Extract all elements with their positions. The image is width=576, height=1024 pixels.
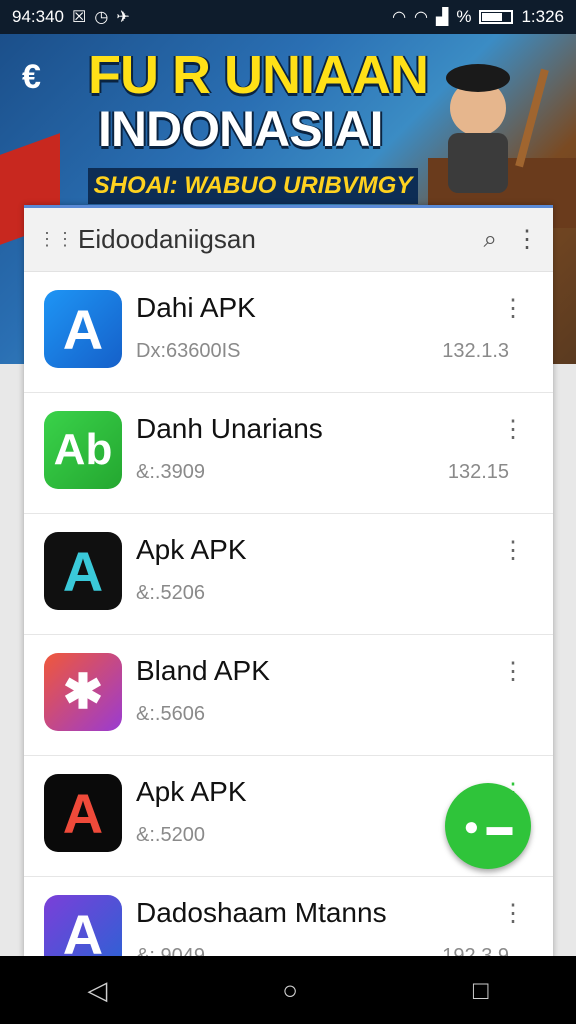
nav-back-icon[interactable]: ◁ xyxy=(87,975,107,1006)
more-vert-icon[interactable]: ⋮ xyxy=(501,536,525,565)
app-version: 132.1.3 xyxy=(442,340,509,362)
chat-fab-button[interactable]: ● ▬ xyxy=(445,783,531,869)
background-edge-right xyxy=(552,364,576,956)
app-size: &:.3909 xyxy=(136,461,205,483)
nav-home-icon[interactable]: ○ xyxy=(282,975,298,1006)
status-right: ◠ ◠ ▟ % 1:326 xyxy=(392,7,564,27)
more-vert-icon[interactable]: ⋮ xyxy=(501,657,525,686)
notification-icon: ☒ xyxy=(72,9,87,26)
app-size: &:.5200 xyxy=(136,824,205,846)
banner-title-line2: INDONASIAI xyxy=(98,101,383,157)
app-name: Apk APK xyxy=(136,776,247,807)
more-vert-icon[interactable]: ⋮ xyxy=(515,225,539,254)
more-vert-icon[interactable]: ⋮ xyxy=(501,899,525,928)
nav-recents-icon[interactable]: □ xyxy=(473,975,489,1006)
app-size: &:.5206 xyxy=(136,582,205,604)
app-size: Dx:63600IS xyxy=(136,340,241,362)
app-icon: A xyxy=(44,774,122,852)
banner-title-line1: FU R UNIAAN xyxy=(88,45,429,105)
status-left: 94:340 ☒ ◷ ✈ xyxy=(12,7,130,27)
status-time: 1:326 xyxy=(521,7,564,26)
list-item[interactable]: Ab Danh Unarians &:.3909 132.15 ⋮ xyxy=(24,393,553,514)
battery-icon xyxy=(479,10,514,24)
battery-label: % xyxy=(456,7,472,26)
signal-icon: ▟ xyxy=(436,9,449,26)
plane-icon: ✈ xyxy=(116,9,130,26)
app-name: Dahi APK xyxy=(136,292,256,323)
more-vert-icon[interactable]: ⋮ xyxy=(501,294,525,323)
back-arrow-icon[interactable]: € xyxy=(22,58,41,97)
status-bar: 94:340 ☒ ◷ ✈ ◠ ◠ ▟ % 1:326 xyxy=(0,0,576,34)
app-icon: A xyxy=(44,895,122,959)
wifi-signal-icon: ◠ xyxy=(414,9,429,26)
clock-icon: ◷ xyxy=(94,9,109,26)
app-name: Danh Unarians xyxy=(136,413,323,444)
app-icon: ✱ xyxy=(44,653,122,731)
list-item[interactable]: A Apk APK &:.5206 ⋮ xyxy=(24,514,553,635)
app-icon: Ab xyxy=(44,411,122,489)
sheet-header: ⋮⋮ Eidoodaniigsan ⌕ ⋮ xyxy=(24,208,553,272)
banner-person-image xyxy=(428,64,576,228)
banner-subtitle: SHOAI: WABUO URIBVMGY xyxy=(88,168,418,204)
app-name: Bland APK xyxy=(136,655,270,686)
app-name: Dadoshaam Mtanns xyxy=(136,897,387,928)
background-edge-left xyxy=(0,364,24,956)
app-version: 132.15 xyxy=(447,461,509,483)
app-name: Apk APK xyxy=(136,534,247,565)
app-size: &:.5606 xyxy=(136,703,205,725)
app-icon: A xyxy=(44,532,122,610)
chat-icon: ● ▬ xyxy=(463,810,513,841)
list-item[interactable]: ✱ Bland APK &:.5606 ⋮ xyxy=(24,635,553,756)
search-icon[interactable]: ⌕ xyxy=(484,226,497,254)
list-item[interactable]: A Dadoshaam Mtanns &:.9049 192.3.9 ⋮ xyxy=(24,877,553,959)
nav-bar: ◁ ○ □ xyxy=(0,956,576,1024)
list-item[interactable]: A Dahi APK Dx:63600IS 132.1.3 ⋮ xyxy=(24,272,553,393)
wifi-icon: ◠ xyxy=(392,9,407,26)
sheet-title: Eidoodaniigsan xyxy=(78,224,256,254)
app-icon: A xyxy=(44,290,122,368)
status-left-text: 94:340 xyxy=(12,7,64,26)
drag-handle-icon[interactable]: ⋮⋮ xyxy=(38,229,74,250)
more-vert-icon[interactable]: ⋮ xyxy=(501,415,525,444)
